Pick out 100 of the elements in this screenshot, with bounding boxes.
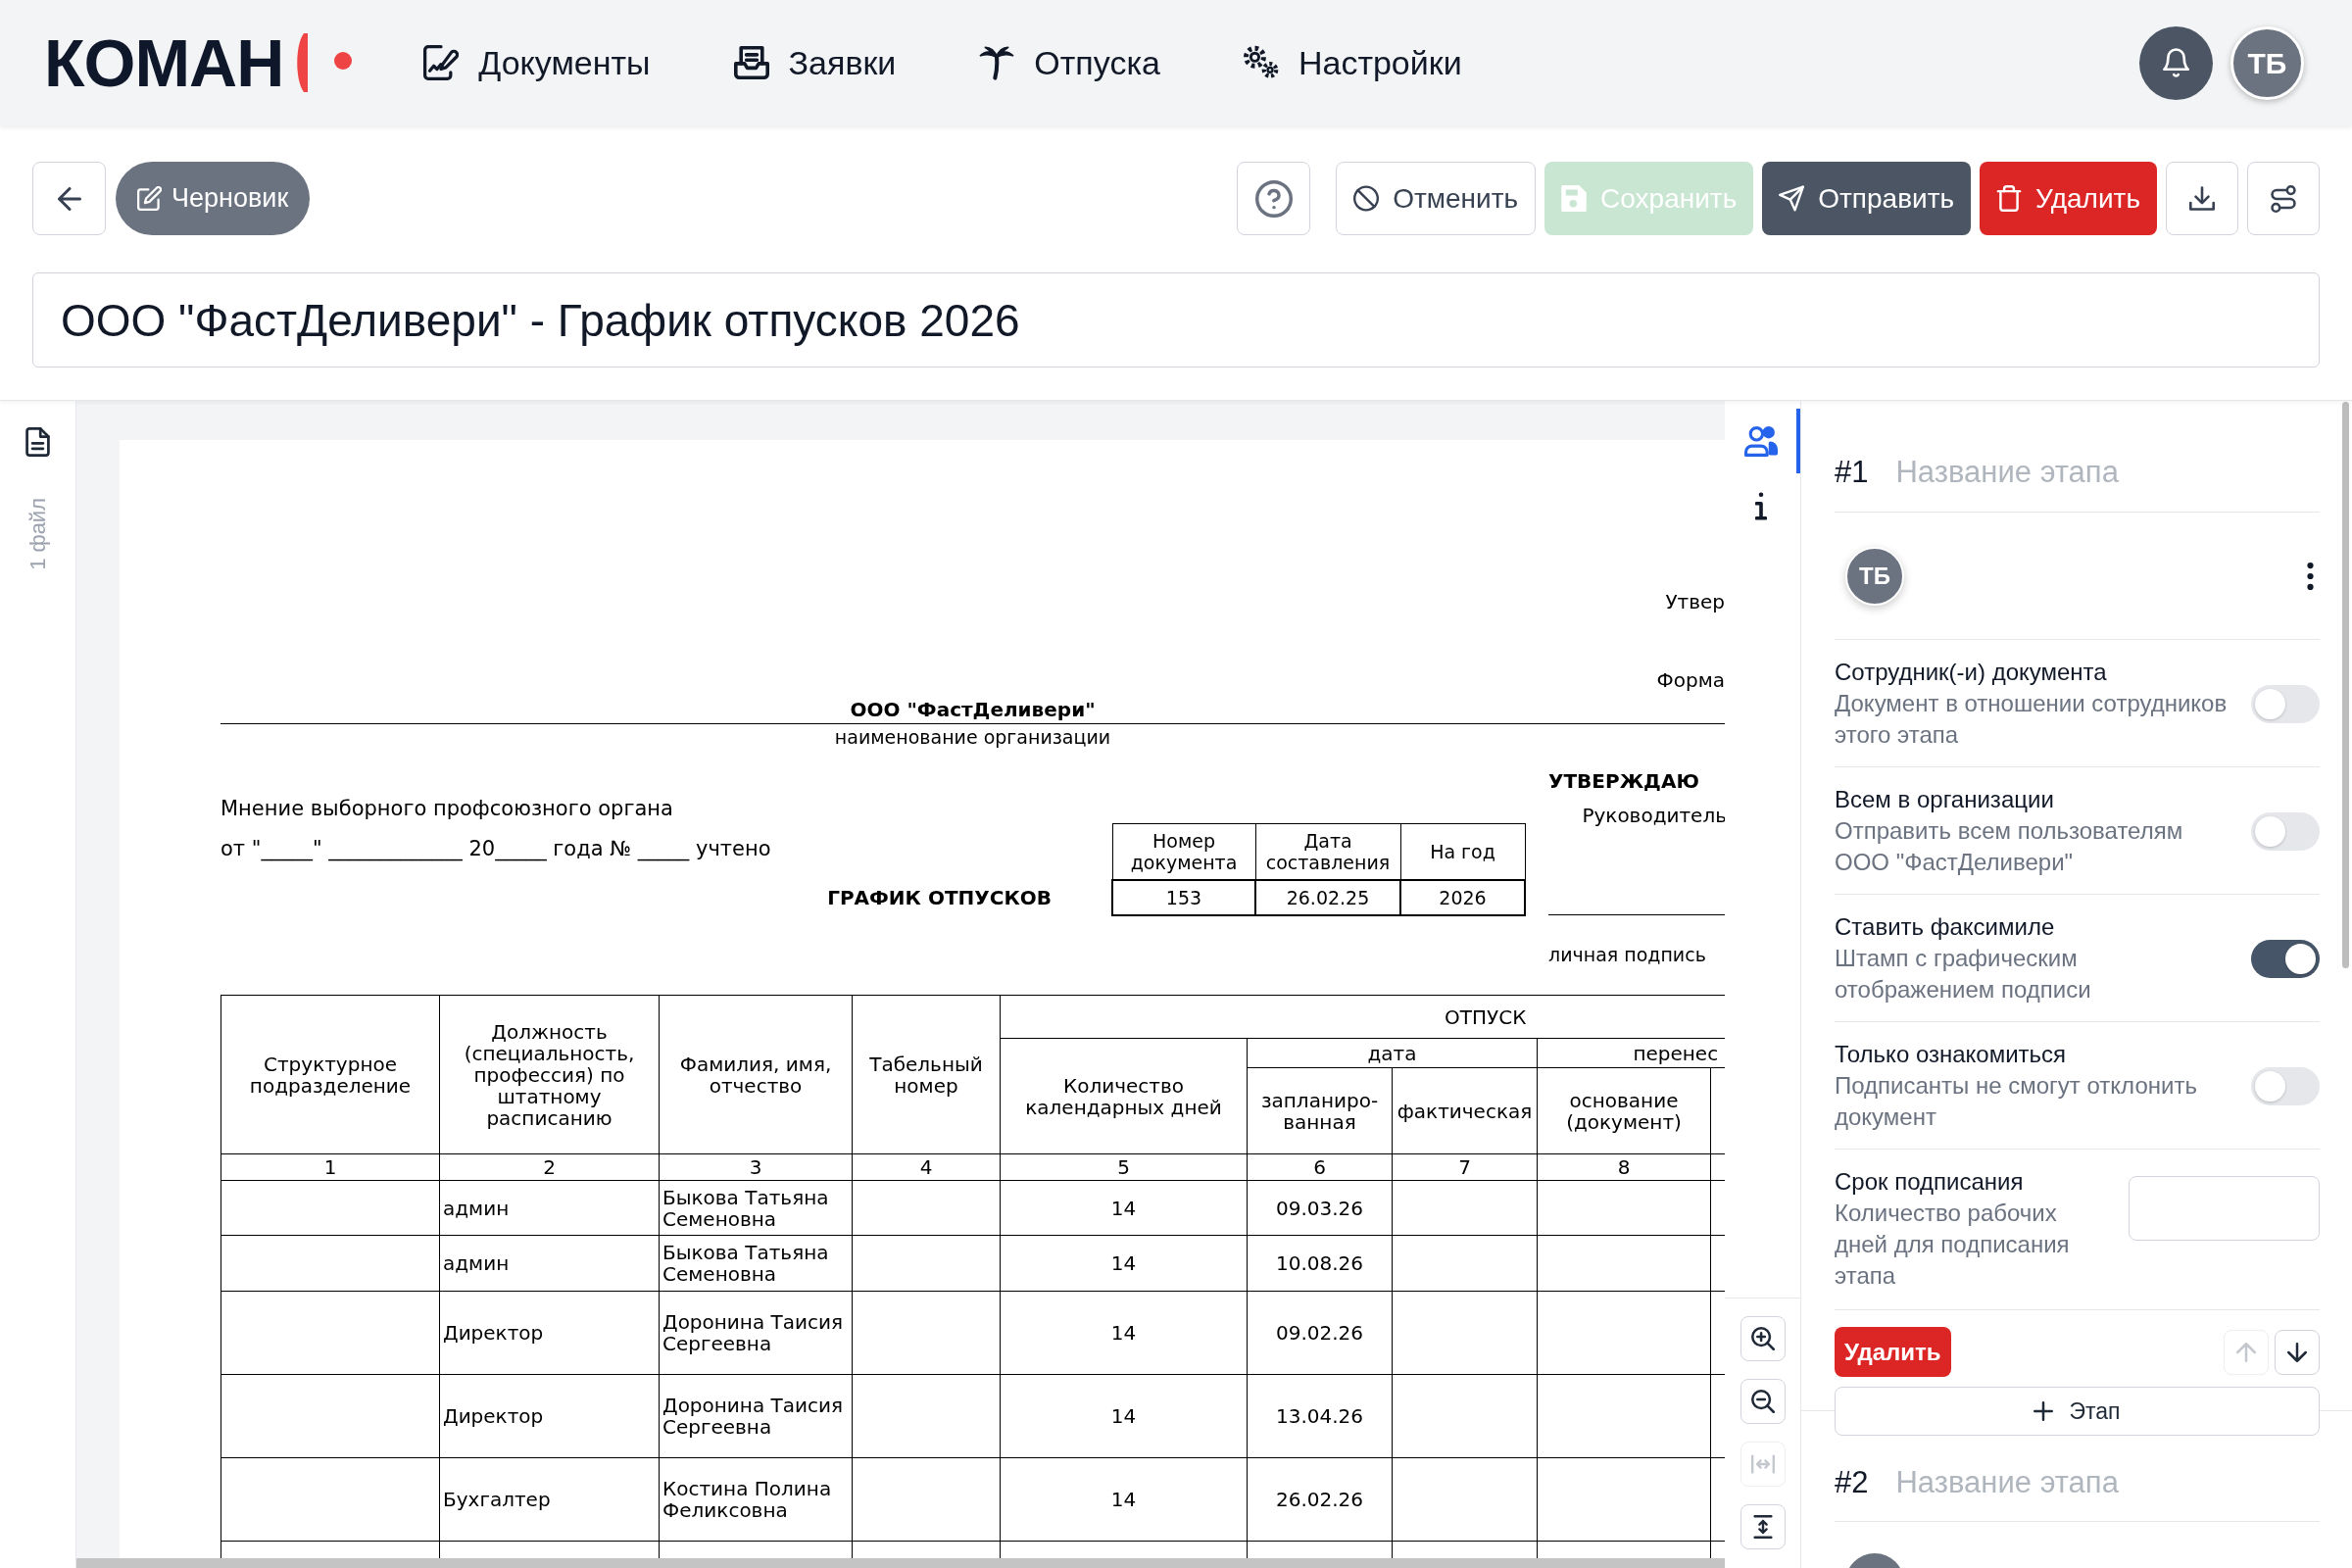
fit-height-button[interactable] xyxy=(1740,1504,1786,1549)
arrow-down-icon xyxy=(2287,1342,2307,1362)
help-button[interactable] xyxy=(1237,162,1311,235)
more-options-icon[interactable] xyxy=(2307,562,2314,590)
column-header: дата xyxy=(1247,1038,1538,1068)
move-down-button[interactable] xyxy=(2275,1329,2320,1375)
column-header: На год xyxy=(1400,823,1525,880)
stage-name-field[interactable]: Название этапа xyxy=(1895,451,2320,495)
column-number: 5 xyxy=(1000,1153,1248,1181)
table-cell: Директор xyxy=(439,1374,660,1458)
download-icon xyxy=(2189,186,2215,211)
option-description: Количество рабочих дней для подписания этапа xyxy=(1835,1199,2071,1291)
document-text: Руководитель xyxy=(1582,803,1725,829)
column-header: Структурное подразделение xyxy=(220,995,440,1154)
table-cell: Быкова Татьяна Семеновна xyxy=(659,1235,853,1292)
help-icon xyxy=(1254,179,1293,218)
file-icon[interactable] xyxy=(25,427,50,457)
deadline-field[interactable] xyxy=(2129,1176,2320,1241)
document-text: Утвер xyxy=(1665,589,1725,615)
route-icon xyxy=(2271,184,2296,213)
column-header: Должность (специальность, профессия) по штатному расписанию xyxy=(439,995,660,1154)
column-number: 8 xyxy=(1537,1153,1711,1181)
column-header: фактическая xyxy=(1392,1067,1538,1154)
option-title: Срок подписания xyxy=(1835,1167,2024,1197)
info-icon xyxy=(1754,491,1767,520)
add-stage-button[interactable]: Этап xyxy=(1835,1387,2320,1436)
approval-heading: УТВЕРЖДАЮ xyxy=(1548,769,1699,793)
nav-link[interactable]: Заявки xyxy=(733,37,897,88)
document-text: Мнение выборного профсоюзного органа xyxy=(220,797,673,820)
column-number: 7 xyxy=(1392,1153,1538,1181)
logo-mark-icon xyxy=(295,33,353,92)
column-number: 4 xyxy=(852,1153,1001,1181)
table-cell: 26.02.26 xyxy=(1247,1457,1393,1542)
delete-stage-button[interactable]: Удалить xyxy=(1835,1327,1951,1377)
toggle-switch[interactable] xyxy=(2251,939,2320,978)
table-cell: 13.04.26 xyxy=(1247,1374,1393,1458)
inbox-icon xyxy=(733,45,769,80)
document-text: Форма xyxy=(1656,667,1725,694)
column-header: Дата составления xyxy=(1255,823,1400,880)
column-header: Табельный номер xyxy=(852,995,1001,1154)
nav-link[interactable]: Документы xyxy=(423,37,651,88)
download-button[interactable] xyxy=(2166,162,2238,235)
scrollbar[interactable] xyxy=(2342,402,2349,968)
stage-number: #2 xyxy=(1835,1464,1869,1502)
option-description: Подписанты не смогут отклонить документ xyxy=(1835,1071,2198,1132)
zoom-out-icon xyxy=(1750,1390,1775,1413)
document-text: от "_____" _____________ 20_____ года № _____ учтено xyxy=(220,837,771,860)
send-button[interactable]: Отправить xyxy=(1762,162,1972,235)
route-button[interactable] xyxy=(2247,162,2320,235)
user-avatar[interactable]: ТБ xyxy=(2230,25,2304,100)
table-cell: 14 xyxy=(1000,1457,1248,1542)
paper-plane-icon xyxy=(1779,185,1805,212)
column-header: основание (документ) xyxy=(1537,1067,1711,1154)
back-button[interactable] xyxy=(32,162,106,235)
table-cell: админ xyxy=(439,1235,660,1292)
gears-icon xyxy=(1243,45,1279,80)
column-number: 2 xyxy=(439,1153,660,1181)
table-cell: 26.02.25 xyxy=(1255,879,1400,915)
palm-tree-icon xyxy=(979,45,1015,80)
cancel-button[interactable]: Отменить xyxy=(1336,162,1537,235)
scrollbar[interactable] xyxy=(76,1558,1725,1568)
option-title: Ставить факсимиле xyxy=(1835,912,2055,942)
column-header: Фамилия, имя, отчество xyxy=(659,995,853,1154)
zoom-out-button[interactable] xyxy=(1740,1379,1786,1424)
column-header: Номер документа xyxy=(1112,823,1255,880)
table-cell: 153 xyxy=(1112,879,1255,915)
option-description: Документ в отношении сотрудников этого этапа xyxy=(1835,689,2229,750)
option-title: Сотрудник(-и) документа xyxy=(1835,658,2107,687)
ban-icon xyxy=(1353,185,1380,212)
column-number: 6 xyxy=(1247,1153,1393,1181)
column-number: 1 xyxy=(220,1153,440,1181)
stage-number: #1 xyxy=(1835,454,1869,492)
nav-link[interactable]: Настройки xyxy=(1243,37,1462,88)
logo: КОМАН xyxy=(44,29,284,96)
column-header: запланиро-ванная xyxy=(1247,1067,1393,1154)
delete-button[interactable]: Удалить xyxy=(1980,162,2157,235)
field-caption: личная подпись xyxy=(1548,944,1706,965)
toggle-switch[interactable] xyxy=(2251,684,2320,723)
stage-name-field[interactable]: Название этапа xyxy=(1895,1461,2320,1505)
option-title: Только ознакомиться xyxy=(1835,1040,2067,1069)
table-cell: 14 xyxy=(1000,1291,1248,1375)
assignee-avatar[interactable]: ТБ xyxy=(1845,546,1904,606)
table-cell: Бухгалтер xyxy=(439,1457,660,1542)
zoom-in-button[interactable] xyxy=(1740,1316,1786,1361)
table-cell: Доронина Таисия Сергеевна xyxy=(659,1374,853,1458)
zoom-in-icon xyxy=(1750,1327,1775,1350)
document-heading: ГРАФИК ОТПУСКОВ xyxy=(827,885,1052,911)
toggle-switch[interactable] xyxy=(2251,1066,2320,1105)
users-icon xyxy=(1743,425,1778,457)
field-caption: наименование организации xyxy=(834,725,1111,750)
toggle-switch[interactable] xyxy=(2251,811,2320,851)
table-cell: 09.02.26 xyxy=(1247,1291,1393,1375)
arrow-left-icon xyxy=(57,186,81,211)
status-label: Черновик xyxy=(172,182,289,216)
pencil-icon xyxy=(137,186,162,211)
column-header: ОТПУСК xyxy=(1000,995,1725,1039)
column-header: Количество календарных дней xyxy=(1000,1038,1248,1154)
nav-link[interactable]: Отпуска xyxy=(979,37,1160,88)
table-cell: Доронина Таисия Сергеевна xyxy=(659,1291,853,1375)
title-field[interactable]: ООО "ФастДеливери" - График отпусков 2026 xyxy=(32,272,2320,368)
